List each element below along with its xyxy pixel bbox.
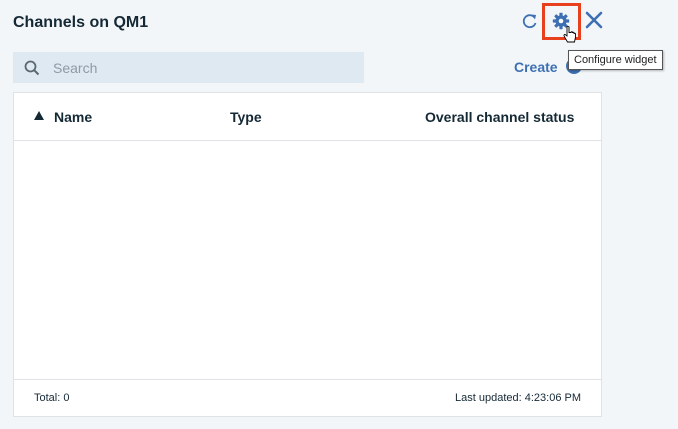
refresh-icon[interactable] [520, 11, 540, 31]
table-header: Name Type Overall channel status [14, 93, 601, 141]
configure-tooltip: Configure widget [568, 50, 663, 70]
column-header-name[interactable]: Name [54, 109, 92, 125]
total-count: Total: 0 [34, 392, 70, 404]
last-updated: Last updated: 4:23:06 PM [455, 392, 581, 404]
close-icon[interactable] [585, 10, 603, 30]
hand-cursor-icon [563, 25, 577, 46]
search-box[interactable] [13, 52, 364, 83]
table-body [14, 141, 601, 381]
column-header-type[interactable]: Type [230, 109, 262, 125]
sort-ascending-icon[interactable] [34, 111, 44, 120]
column-header-status[interactable]: Overall channel status [425, 109, 574, 125]
channels-table: Name Type Overall channel status Total: … [13, 92, 602, 417]
search-input[interactable] [53, 59, 343, 76]
create-button[interactable]: Create [514, 59, 558, 75]
search-icon [24, 60, 40, 76]
widget-title: Channels on QM1 [13, 14, 149, 31]
table-footer: Total: 0 Last updated: 4:23:06 PM [14, 379, 601, 416]
